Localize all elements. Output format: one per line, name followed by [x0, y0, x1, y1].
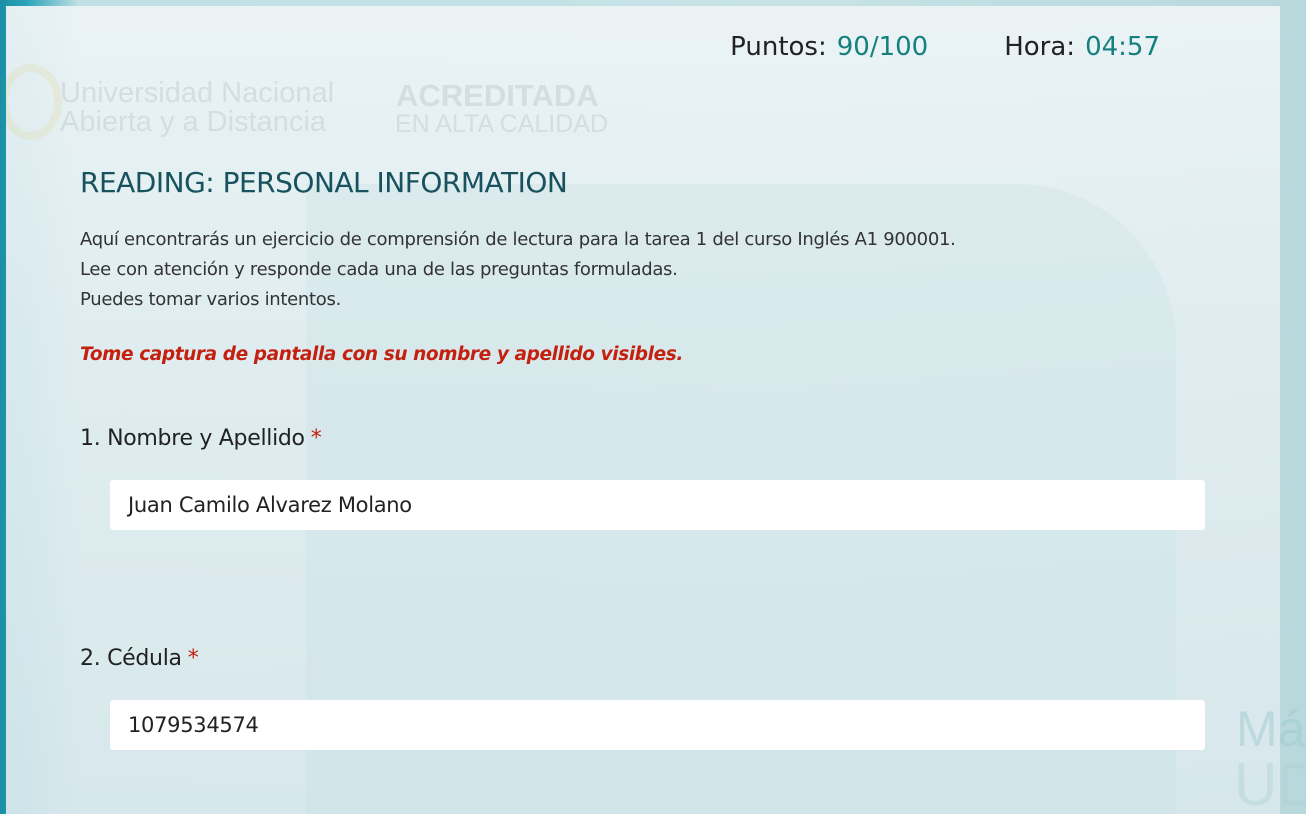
- question-1-text: Nombre y Apellido: [107, 426, 305, 451]
- header-stats: Puntos: 90/100 Hora: 04:57: [730, 32, 1160, 62]
- description-line-1: Aquí encontrarás un ejercicio de compren…: [80, 229, 956, 250]
- watermark-university-line2: Abierta y a Distancia: [60, 106, 326, 138]
- question-2-number: 2.: [80, 646, 101, 671]
- watermark-accredited-line1: ACREDITADA: [396, 78, 599, 113]
- watermark-university-name: Universidad Nacional Abierta y a Distanc…: [60, 79, 334, 137]
- question-2-label: 2. Cédula *: [80, 646, 199, 671]
- time-value: 04:57: [1085, 32, 1160, 62]
- form-description: Aquí encontrarás un ejercicio de compren…: [80, 225, 956, 315]
- required-asterisk: *: [187, 646, 199, 671]
- screenshot-warning: Tome captura de pantalla con su nombre y…: [80, 344, 683, 365]
- time-label: Hora:: [1004, 32, 1076, 62]
- required-asterisk: *: [310, 426, 322, 451]
- question-2-text: Cédula: [107, 646, 182, 671]
- name-input[interactable]: Juan Camilo Alvarez Molano: [110, 480, 1205, 530]
- time-stat: Hora: 04:57: [1004, 32, 1160, 62]
- id-number-input[interactable]: 1079534574: [110, 700, 1205, 750]
- id-number-input-value: 1079534574: [128, 713, 259, 737]
- description-line-2: Lee con atención y responde cada una de …: [80, 259, 678, 280]
- watermark-accredited-line2: EN ALTA CALIDAD: [395, 110, 609, 138]
- watermark-university-line1: Universidad Nacional: [60, 77, 335, 109]
- logo-mark-icon: [6, 64, 62, 140]
- points-value: 90/100: [836, 32, 929, 62]
- name-input-value: Juan Camilo Alvarez Molano: [128, 493, 412, 517]
- question-1-number: 1.: [80, 426, 101, 451]
- points-stat: Puntos: 90/100: [730, 32, 928, 62]
- description-line-3: Puedes tomar varios intentos.: [80, 289, 341, 310]
- form-title: READING: PERSONAL INFORMATION: [80, 166, 568, 199]
- question-1-label: 1. Nombre y Apellido *: [80, 426, 322, 451]
- university-watermark-logo: Universidad Nacional Abierta y a Distanc…: [6, 54, 660, 174]
- points-label: Puntos:: [730, 32, 827, 62]
- form-panel: Universidad Nacional Abierta y a Distanc…: [6, 6, 1280, 814]
